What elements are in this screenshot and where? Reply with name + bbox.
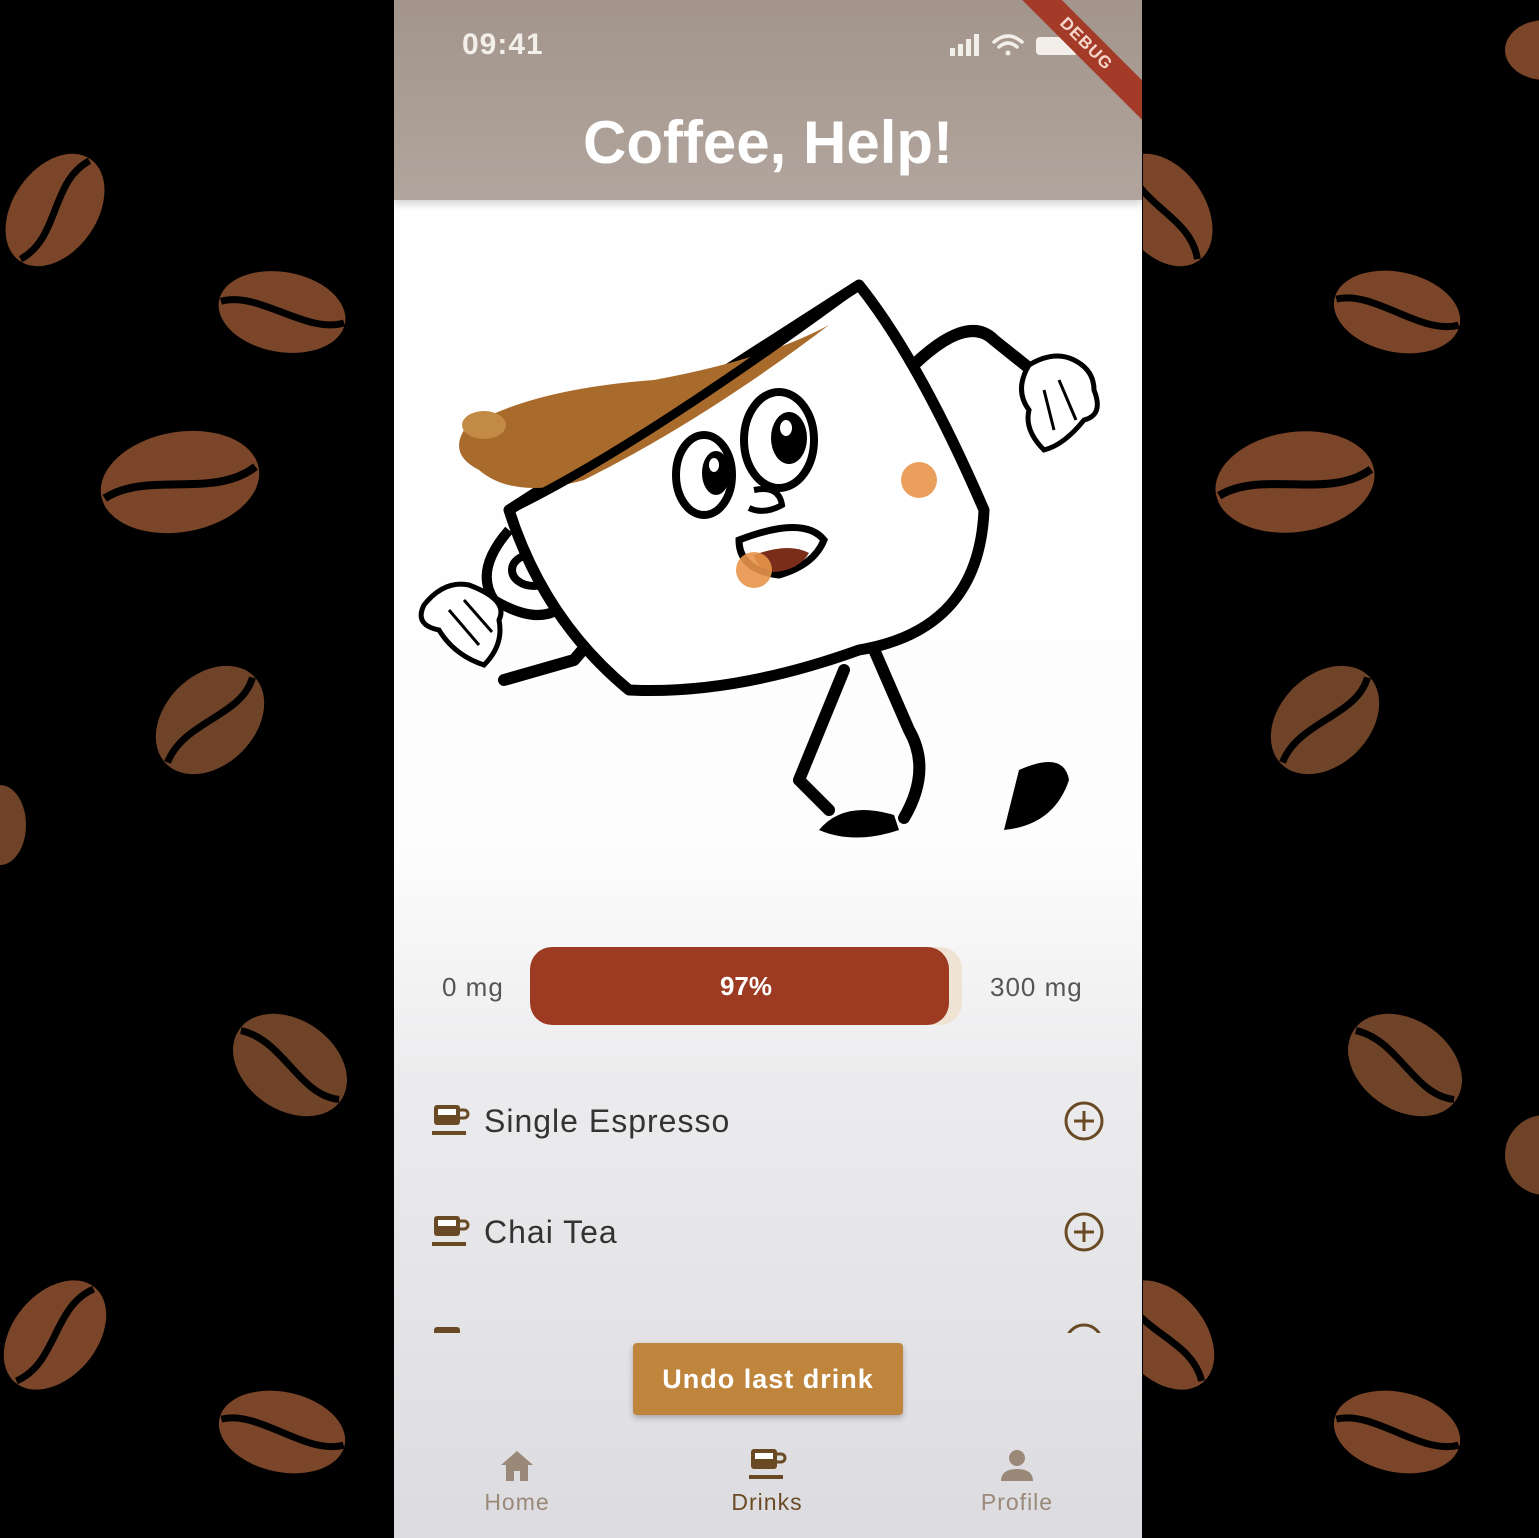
- coffee-cup-mascot-illustration: [418, 279, 1100, 838]
- nav-label: Profile: [980, 1489, 1054, 1515]
- coffee-bean-icon: [1505, 20, 1539, 80]
- list-item[interactable]: Single Espresso: [394, 1065, 1142, 1177]
- coffee-bean-icon: [5, 153, 105, 267]
- coffee-bean-icon: [100, 430, 260, 534]
- add-circle-icon[interactable]: [1062, 1210, 1106, 1254]
- coffee-cup-icon: [432, 1105, 470, 1135]
- coffee-bean-icon: [1215, 431, 1375, 533]
- drink-list: Single Espresso Chai Tea: [394, 1065, 1142, 1333]
- coffee-bean-icon: [155, 665, 265, 775]
- add-circle-icon[interactable]: [1062, 1321, 1106, 1333]
- nav-item-drinks[interactable]: Drinks: [667, 1445, 867, 1516]
- coffee-bean-icon: [3, 1280, 107, 1390]
- undo-last-drink-button[interactable]: Undo last drink: [633, 1343, 903, 1415]
- coffee-bean-icon: [218, 271, 346, 353]
- coffee-cup-icon: [432, 1216, 470, 1246]
- coffee-bean-icon: [1143, 153, 1213, 267]
- app-bar: 09:41 Coffee, Help!: [394, 0, 1142, 200]
- coffee-bean-icon: [1143, 1280, 1215, 1390]
- page-title: Coffee, Help!: [582, 109, 954, 176]
- coffee-bean-icon: [1333, 1390, 1461, 1474]
- caffeine-meter: 0 mg 97% 300 mg: [394, 945, 1142, 1027]
- status-time: 09:41: [462, 28, 544, 61]
- coffee-cup-icon: [749, 1449, 787, 1479]
- nav-item-home[interactable]: Home: [417, 1445, 617, 1516]
- coffee-bean-icon: [218, 1390, 346, 1474]
- drink-name: Single Espresso: [484, 1103, 731, 1139]
- nav-label: Home: [484, 1489, 550, 1515]
- coffee-cup-icon: [434, 1327, 460, 1333]
- drink-name: Chai Tea: [484, 1214, 618, 1250]
- coffee-bean-icon: [1348, 1013, 1462, 1117]
- nav-item-profile[interactable]: Profile: [917, 1445, 1117, 1516]
- list-item[interactable]: Chai Tea: [394, 1176, 1142, 1288]
- add-circle-icon[interactable]: [1062, 1099, 1106, 1143]
- bottom-navigation: Home Drinks Profile: [394, 1435, 1142, 1538]
- coffee-bean-icon: [0, 785, 26, 865]
- home-icon: [501, 1451, 533, 1481]
- caffeine-progress-bar: 97%: [530, 947, 962, 1025]
- coffee-bean-icon: [233, 1013, 347, 1117]
- phone-screen: 09:41 Coffee, Help! DEBUG 0 mg 97% 300 m…: [394, 0, 1142, 1538]
- nav-label: Drinks: [731, 1489, 803, 1515]
- coffee-bean-icon: [1333, 270, 1461, 354]
- coffee-bean-icon: [1505, 1115, 1539, 1195]
- signal-icon: [950, 34, 979, 56]
- caffeine-max-label: 300 mg: [990, 972, 1083, 1002]
- list-item-partial[interactable]: [394, 1287, 1142, 1333]
- wifi-icon: [992, 34, 1024, 56]
- coffee-bean-icon: [1270, 665, 1380, 775]
- person-icon: [1001, 1450, 1033, 1481]
- caffeine-min-label: 0 mg: [442, 972, 504, 1002]
- caffeine-percent-label: 97%: [719, 971, 773, 1001]
